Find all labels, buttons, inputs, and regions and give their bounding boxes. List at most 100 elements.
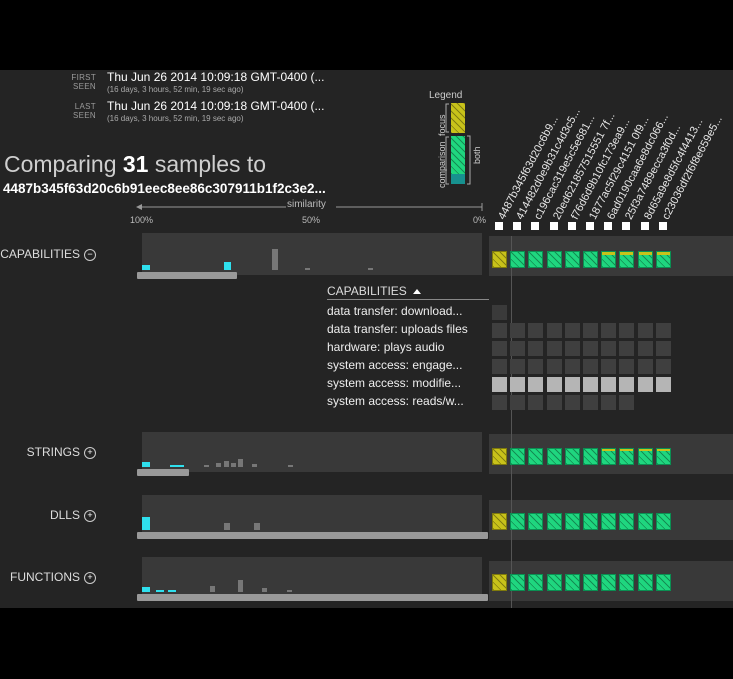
capability-presence-square	[583, 377, 598, 392]
histogram-bar	[142, 587, 150, 592]
capability-row[interactable]: hardware: plays audio	[327, 340, 727, 358]
capability-presence-square	[619, 395, 635, 410]
histogram-bar	[287, 590, 292, 592]
focus-hash: 4487b345f63d20c6b91eec8ee86c307911b1f2c3…	[3, 181, 326, 196]
section-capabilities: CAPABILITIES −	[0, 247, 96, 261]
similarity-cell[interactable]	[619, 448, 635, 465]
similarity-cell[interactable]	[546, 251, 562, 268]
similarity-cell[interactable]	[564, 513, 580, 530]
capability-presence-square	[637, 323, 653, 338]
similarity-cell[interactable]	[583, 513, 598, 530]
capability-row[interactable]: data transfer: uploads files	[327, 322, 727, 340]
similarity-cell[interactable]	[510, 251, 526, 268]
functions-range-slider[interactable]	[137, 594, 488, 601]
similarity-cell[interactable]	[601, 448, 617, 465]
capability-presence-square	[637, 377, 653, 392]
capability-presence-square	[655, 359, 671, 374]
capabilities-detail-header[interactable]: CAPABILITIES	[327, 284, 422, 298]
similarity-cell[interactable]	[637, 448, 653, 465]
capabilities-collapse-button[interactable]: −	[84, 248, 96, 261]
column-select-checkbox[interactable]	[604, 222, 613, 230]
capability-row[interactable]: system access: modifie...	[327, 376, 727, 394]
column-select-checkbox[interactable]	[567, 222, 576, 230]
histogram-bar	[170, 465, 184, 467]
similarity-cell[interactable]	[492, 513, 507, 530]
similarity-cell[interactable]	[583, 448, 598, 465]
similarity-cell[interactable]	[655, 251, 671, 268]
similarity-cell[interactable]	[619, 251, 635, 268]
strings-expand-button[interactable]: +	[84, 446, 96, 459]
histogram-bar	[210, 586, 215, 592]
dlls-range-slider[interactable]	[137, 532, 488, 539]
capability-row[interactable]: system access: reads/w...	[327, 394, 727, 412]
capability-row[interactable]: data transfer: download...	[327, 304, 727, 322]
similarity-cell[interactable]	[528, 574, 544, 591]
capability-presence-square	[637, 341, 653, 356]
similarity-cell[interactable]	[637, 574, 653, 591]
histogram-bar	[262, 588, 267, 592]
similarity-arrow	[136, 203, 483, 211]
histogram-bar	[288, 465, 293, 467]
similarity-cell[interactable]	[583, 574, 598, 591]
similarity-cell[interactable]	[601, 513, 617, 530]
similarity-cell[interactable]	[528, 448, 544, 465]
capability-presence-square	[601, 341, 617, 356]
capability-presence-square	[528, 395, 544, 410]
section-functions: FUNCTIONS +	[0, 570, 96, 584]
focus-overlap-mark	[602, 252, 616, 255]
similarity-cell[interactable]	[655, 574, 671, 591]
capability-presence-square	[655, 323, 671, 338]
similarity-cell[interactable]	[619, 513, 635, 530]
app-stage: FIRST SEEN Thu Jun 26 2014 10:09:18 GMT-…	[0, 70, 733, 608]
histogram-bar	[204, 465, 209, 467]
similarity-cell[interactable]	[492, 574, 507, 591]
column-select-checkbox[interactable]	[658, 222, 667, 230]
functions-expand-button[interactable]: +	[84, 571, 96, 584]
similarity-cell[interactable]	[528, 251, 544, 268]
histogram-bar	[216, 463, 221, 467]
similarity-cell[interactable]	[528, 513, 544, 530]
capability-presence-square	[528, 377, 544, 392]
capability-presence-square	[510, 323, 526, 338]
similarity-cell[interactable]	[510, 513, 526, 530]
column-select-checkbox[interactable]	[586, 222, 594, 230]
sample-count: 31	[122, 151, 149, 177]
similarity-cell[interactable]	[637, 513, 653, 530]
similarity-cell[interactable]	[546, 448, 562, 465]
capability-presence-square	[601, 377, 617, 392]
last-seen-date: Thu Jun 26 2014 10:09:18 GMT-0400 (...	[107, 99, 325, 113]
dlls-expand-button[interactable]: +	[84, 509, 96, 522]
column-select-checkbox[interactable]	[513, 222, 522, 230]
capability-presence-square	[583, 359, 598, 374]
similarity-cell[interactable]	[546, 513, 562, 530]
similarity-cell[interactable]	[655, 513, 671, 530]
similarity-cell[interactable]	[564, 251, 580, 268]
similarity-cell[interactable]	[492, 448, 507, 465]
similarity-cell[interactable]	[655, 448, 671, 465]
similarity-cell[interactable]	[510, 448, 526, 465]
capability-row[interactable]: system access: engage...	[327, 358, 727, 376]
column-select-checkbox[interactable]	[495, 222, 503, 230]
similarity-cell[interactable]	[583, 251, 598, 268]
section-dlls: DLLS +	[0, 508, 96, 522]
similarity-cell[interactable]	[492, 251, 507, 268]
similarity-cell[interactable]	[546, 574, 562, 591]
similarity-cell[interactable]	[601, 251, 617, 268]
column-select-checkbox[interactable]	[531, 222, 540, 230]
first-seen-label: FIRST SEEN	[71, 73, 96, 91]
capability-presence-square	[546, 377, 562, 392]
similarity-cell[interactable]	[510, 574, 526, 591]
capabilities-range-slider[interactable]	[137, 272, 237, 279]
column-select-checkbox[interactable]	[640, 222, 649, 230]
histogram-bar	[156, 590, 164, 592]
similarity-cell[interactable]	[637, 251, 653, 268]
similarity-cell[interactable]	[619, 574, 635, 591]
column-select-checkbox[interactable]	[549, 222, 558, 230]
column-select-checkbox[interactable]	[622, 222, 631, 230]
similarity-cell[interactable]	[564, 574, 580, 591]
similarity-cell[interactable]	[601, 574, 617, 591]
legend-brackets	[445, 103, 471, 185]
similarity-cell[interactable]	[564, 448, 580, 465]
strings-range-slider[interactable]	[137, 469, 189, 476]
similarity-tick-0: 0%	[473, 215, 487, 225]
